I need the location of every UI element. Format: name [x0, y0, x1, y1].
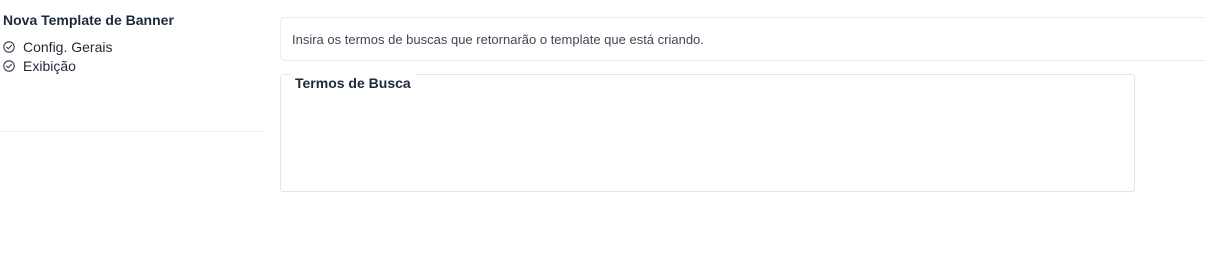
search-terms-legend: Termos de Busca — [291, 74, 415, 92]
step-exibicao[interactable]: Exibição — [3, 56, 112, 75]
search-terms-fieldset: Termos de Busca — [280, 74, 1135, 192]
check-circle-icon — [3, 40, 15, 53]
page: Nova Template de Banner Config. Gerais E… — [0, 0, 1205, 261]
search-terms-input[interactable] — [291, 99, 1124, 181]
step-list: Config. Gerais Exibição — [3, 37, 112, 75]
step-label: Config. Gerais — [23, 38, 113, 55]
sidebar-title: Nova Template de Banner — [3, 12, 174, 28]
info-text: Insira os termos de buscas que retornarã… — [292, 32, 704, 47]
step-label: Exibição — [23, 57, 76, 74]
step-config-gerais[interactable]: Config. Gerais — [3, 37, 112, 56]
info-box: Insira os termos de buscas que retornarã… — [280, 17, 1205, 61]
sidebar: Nova Template de Banner Config. Gerais E… — [0, 0, 262, 132]
check-circle-icon — [3, 59, 15, 72]
